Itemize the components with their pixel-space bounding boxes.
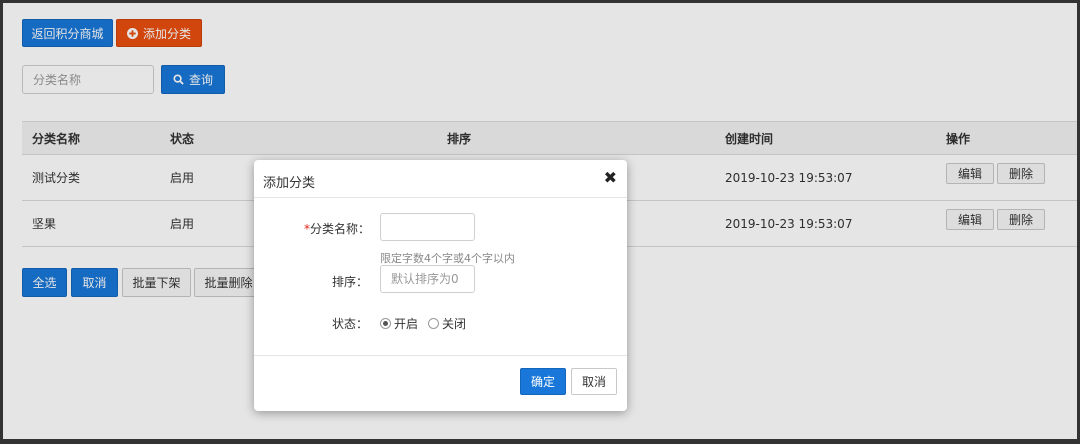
dialog-cancel-button[interactable]: 取消 xyxy=(571,368,617,395)
radio-checked-icon xyxy=(380,318,391,329)
category-name-label: *分类名称： xyxy=(304,220,371,237)
status-option-on-label: 开启 xyxy=(394,317,419,331)
category-name-label-text: 分类名称： xyxy=(310,222,371,236)
sort-label: 排序： xyxy=(331,275,368,289)
status-option-off-label: 关闭 xyxy=(442,317,467,331)
category-name-hint: 限定字数4个字或4个字以内 xyxy=(380,252,515,265)
status-label: 状态： xyxy=(331,317,368,331)
dialog-title: 添加分类 xyxy=(263,176,316,191)
confirm-button[interactable]: 确定 xyxy=(520,368,566,395)
radio-unchecked-icon xyxy=(428,318,440,329)
dialog-footer-divider xyxy=(254,355,627,356)
sort-field[interactable] xyxy=(380,265,475,293)
dialog-header-divider xyxy=(254,197,627,198)
status-radio-group: 开启 关闭 xyxy=(380,315,476,332)
status-radio-off[interactable]: 关闭 xyxy=(428,315,466,332)
category-name-field[interactable] xyxy=(380,213,475,241)
status-radio-on[interactable]: 开启 xyxy=(380,315,418,332)
app-frame: 返回积分商城 添加分类 查询 分类名称 状态 排序 创建时间 操作 xyxy=(3,3,1077,439)
close-icon[interactable]: ✖ xyxy=(604,168,617,187)
add-category-dialog: 添加分类 ✖ *分类名称： 限定字数4个字或4个字以内 排序： 状态： 开启 关… xyxy=(254,160,627,411)
